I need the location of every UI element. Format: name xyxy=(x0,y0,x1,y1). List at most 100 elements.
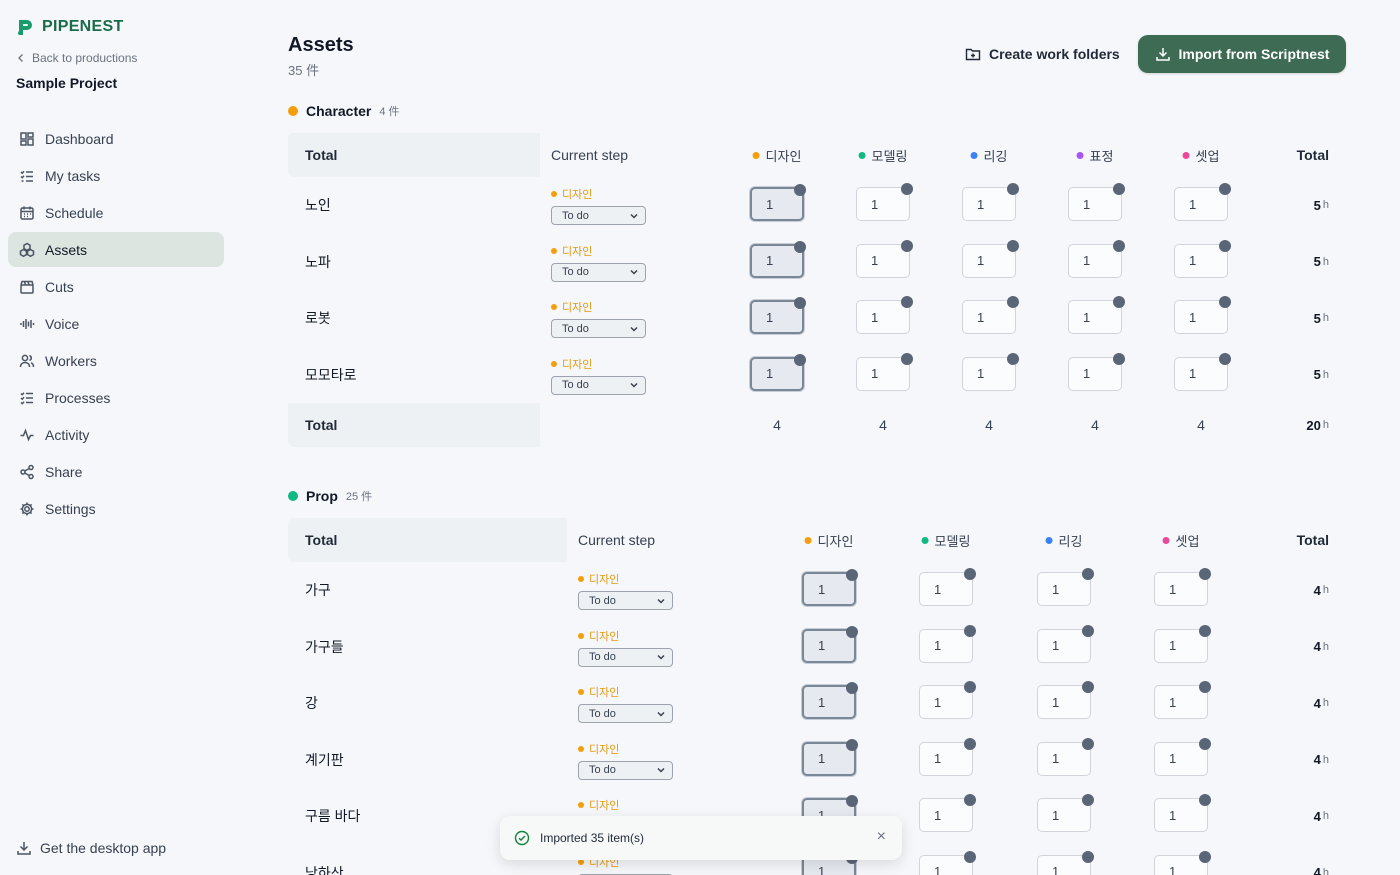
cell-handle[interactable] xyxy=(901,239,913,252)
cell-handle[interactable] xyxy=(1219,183,1231,195)
cell-handle[interactable] xyxy=(1113,183,1125,195)
sidebar-item-settings[interactable]: Settings xyxy=(8,491,224,526)
hours-input[interactable]: 1 xyxy=(962,352,1019,391)
column-header-step[interactable]: 셋업 xyxy=(1182,133,1219,177)
hours-input[interactable]: 1 xyxy=(919,681,976,719)
hours-input[interactable]: 1 xyxy=(1068,352,1125,391)
hours-input[interactable]: 1 xyxy=(919,568,976,606)
sidebar-item-voice[interactable]: Voice xyxy=(8,306,224,341)
sidebar-item-activity[interactable]: Activity xyxy=(8,417,224,452)
cell-handle[interactable] xyxy=(794,240,806,253)
hours-input[interactable]: 1 xyxy=(1174,352,1231,391)
brand[interactable]: PIPENEST xyxy=(16,17,124,37)
cell-handle[interactable] xyxy=(964,794,976,806)
import-from-scriptnest-button[interactable]: Import from Scriptnest xyxy=(1138,35,1346,73)
asset-name[interactable]: 노인 xyxy=(305,177,331,233)
cell-handle[interactable] xyxy=(1199,737,1211,750)
column-header-sum[interactable]: Total xyxy=(1297,133,1329,177)
status-select[interactable]: To do xyxy=(578,647,673,667)
hours-input[interactable]: 1 xyxy=(1037,624,1094,663)
column-header-step[interactable]: 디자인 xyxy=(804,518,853,562)
get-desktop-app-link[interactable]: Get the desktop app xyxy=(16,840,166,856)
asset-name[interactable]: 가구들 xyxy=(305,619,344,675)
status-select[interactable]: To do xyxy=(551,206,646,225)
column-header-step[interactable]: 모델링 xyxy=(858,133,907,177)
cell-handle[interactable] xyxy=(1219,352,1231,365)
cell-handle[interactable] xyxy=(1199,794,1211,806)
column-header-step[interactable]: 표정 xyxy=(1076,133,1113,177)
asset-name[interactable]: 낭하산 xyxy=(305,845,344,875)
cell-handle[interactable] xyxy=(964,737,976,750)
hours-input[interactable]: 1 xyxy=(1037,568,1094,606)
asset-name[interactable]: 노파 xyxy=(305,234,331,290)
cell-handle[interactable] xyxy=(1199,568,1211,580)
asset-name[interactable]: 구름 바다 xyxy=(305,788,360,844)
sidebar-item-processes[interactable]: Processes xyxy=(8,380,224,415)
sidebar-item-workers[interactable]: Workers xyxy=(8,343,224,378)
asset-name[interactable]: 가구 xyxy=(305,562,331,618)
hours-input[interactable]: 1 xyxy=(962,183,1019,221)
column-header-step[interactable]: 리깅 xyxy=(1045,518,1082,562)
group-header[interactable]: Prop 25 件 xyxy=(288,488,372,504)
cell-handle[interactable] xyxy=(794,353,806,366)
sidebar-item-dashboard[interactable]: Dashboard xyxy=(8,121,224,156)
asset-name[interactable]: 로봇 xyxy=(305,290,331,346)
hours-input[interactable]: 1 xyxy=(919,737,976,776)
cell-handle[interactable] xyxy=(1007,352,1019,365)
cell-handle[interactable] xyxy=(1007,183,1019,195)
cell-handle[interactable] xyxy=(901,296,913,308)
cell-handle[interactable] xyxy=(794,297,806,309)
cell-handle[interactable] xyxy=(1199,624,1211,637)
column-header-sum[interactable]: Total xyxy=(1297,518,1329,562)
hours-input[interactable]: 1 xyxy=(1068,239,1125,278)
cell-handle[interactable] xyxy=(1219,296,1231,308)
hours-input[interactable]: 1 xyxy=(1068,296,1125,334)
hours-input[interactable]: 1 xyxy=(1154,681,1211,719)
hours-input[interactable]: 1 xyxy=(919,794,976,832)
cell-handle[interactable] xyxy=(1219,239,1231,252)
cell-handle[interactable] xyxy=(846,569,858,581)
cell-handle[interactable] xyxy=(1082,681,1094,693)
hours-input[interactable]: 1 xyxy=(919,624,976,663)
hours-input[interactable]: 1 xyxy=(1037,794,1094,832)
status-select[interactable]: To do xyxy=(551,262,646,282)
cell-handle[interactable] xyxy=(1082,794,1094,806)
group-header[interactable]: Character 4 件 xyxy=(288,103,400,119)
hours-input[interactable]: 1 xyxy=(856,352,913,391)
column-header-total[interactable]: Total xyxy=(288,518,567,562)
hours-input[interactable]: 1 xyxy=(962,239,1019,278)
hours-input[interactable]: 1 xyxy=(1037,737,1094,776)
cell-handle[interactable] xyxy=(901,183,913,195)
cell-handle[interactable] xyxy=(846,682,858,694)
column-header-step[interactable]: 모델링 xyxy=(921,518,970,562)
hours-input[interactable]: 1 xyxy=(802,682,858,719)
hours-input[interactable]: 1 xyxy=(856,183,913,221)
cell-handle[interactable] xyxy=(1082,624,1094,637)
status-select[interactable]: To do xyxy=(551,319,646,338)
hours-input[interactable]: 1 xyxy=(1154,624,1211,663)
hours-input[interactable]: 1 xyxy=(1037,850,1094,875)
cell-handle[interactable] xyxy=(964,568,976,580)
cell-handle[interactable] xyxy=(794,184,806,196)
status-select[interactable]: To do xyxy=(551,375,646,395)
sidebar-item-schedule[interactable]: Schedule xyxy=(8,195,224,230)
cell-handle[interactable] xyxy=(1007,296,1019,308)
hours-input[interactable]: 1 xyxy=(750,353,806,391)
cell-handle[interactable] xyxy=(1199,850,1211,863)
cell-handle[interactable] xyxy=(1113,239,1125,252)
column-header-total[interactable]: Total xyxy=(288,133,540,177)
hours-input[interactable]: 1 xyxy=(750,297,806,334)
sidebar-item-share[interactable]: Share xyxy=(8,454,224,489)
hours-input[interactable]: 1 xyxy=(962,296,1019,334)
cell-handle[interactable] xyxy=(1082,737,1094,750)
hours-input[interactable]: 1 xyxy=(856,239,913,278)
column-header-current-step[interactable]: Current step xyxy=(578,518,655,562)
hours-input[interactable]: 1 xyxy=(1174,296,1231,334)
hours-input[interactable]: 1 xyxy=(750,184,806,221)
cell-handle[interactable] xyxy=(1199,681,1211,693)
hours-input[interactable]: 1 xyxy=(1154,568,1211,606)
hours-input[interactable]: 1 xyxy=(919,850,976,875)
create-work-folders-button[interactable]: Create work folders xyxy=(955,36,1130,72)
cell-handle[interactable] xyxy=(1007,239,1019,252)
status-select[interactable]: To do xyxy=(578,704,673,723)
